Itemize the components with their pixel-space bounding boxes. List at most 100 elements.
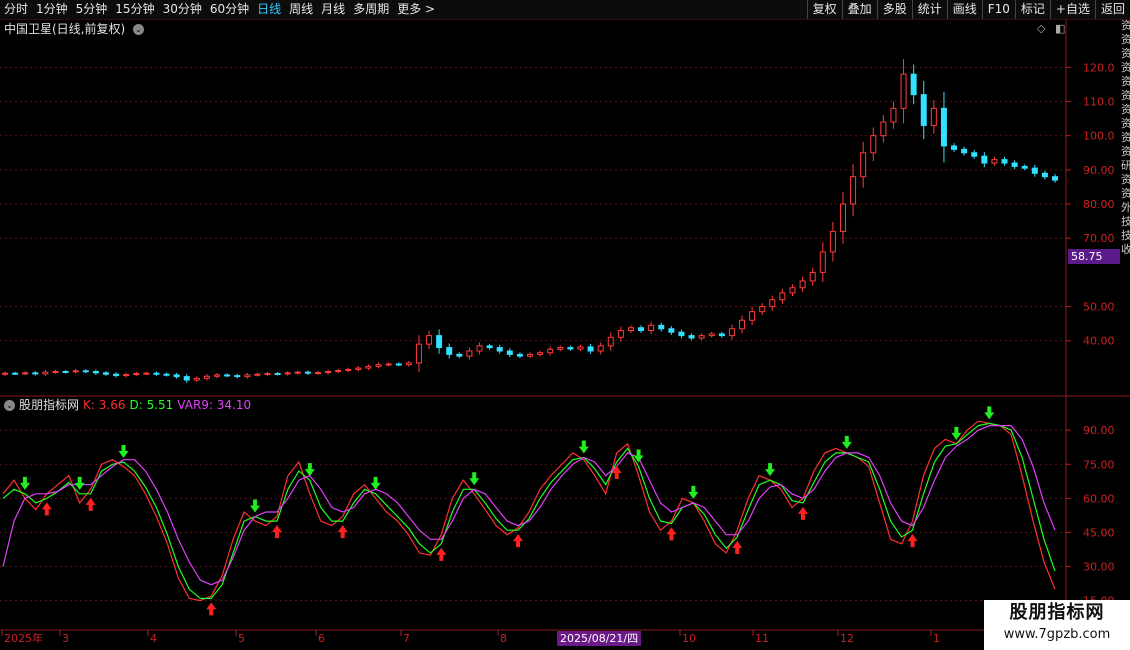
candle-body — [62, 370, 69, 373]
candle-body — [335, 369, 342, 372]
candle-body — [971, 152, 978, 157]
candle-body — [264, 373, 271, 376]
action-button-0[interactable]: 复权 — [806, 0, 842, 19]
price-tick-label: 110.0 — [1083, 96, 1115, 109]
date-cursor: 2025/08/21/四 — [557, 631, 642, 646]
period-tab-9[interactable]: 多周期 — [349, 0, 393, 19]
candle-body — [345, 368, 352, 371]
candle-body — [688, 335, 695, 339]
candle-body — [446, 347, 453, 355]
chart-canvas[interactable]: 120.0 110.0 100.0 90.00 80.00 70.00 50.00 40.00… — [0, 0, 1130, 650]
candle-body — [72, 370, 79, 373]
candle-body — [870, 135, 877, 154]
var9-value: VAR9: 34.10 — [177, 398, 252, 412]
buy-arrow-icon — [206, 602, 217, 616]
period-tab-0[interactable]: 分时 — [0, 0, 32, 19]
candle-body — [597, 345, 604, 352]
date-label: 11 — [755, 632, 769, 645]
candle-body — [476, 345, 483, 352]
candle-body — [314, 372, 321, 375]
period-tab-3[interactable]: 15分钟 — [111, 0, 158, 19]
candle-body — [819, 251, 826, 273]
candle-body — [506, 350, 513, 355]
candle-body — [527, 353, 533, 357]
candle-body — [102, 372, 109, 375]
candle-body — [183, 376, 190, 381]
candle-body — [365, 365, 372, 369]
price-tick-label: 100.0 — [1083, 130, 1115, 143]
candle-body — [557, 347, 564, 350]
action-button-4[interactable]: 画线 — [946, 0, 982, 19]
period-tab-4[interactable]: 30分钟 — [159, 0, 206, 19]
candle-body — [910, 73, 917, 96]
action-button-6[interactable]: 标记 — [1014, 0, 1050, 19]
candle-body — [355, 367, 362, 370]
chevron-down-icon[interactable]: ⌄ — [133, 24, 145, 35]
period-tab-8[interactable]: 月线 — [317, 0, 349, 19]
sell-arrow-icon — [370, 476, 381, 490]
indicator-title: ⌄ 股朋指标网 K: 3.66 D: 5.51 VAR9: 34.10 — [4, 398, 255, 413]
candle-body — [658, 324, 665, 330]
date-label: 8 — [500, 632, 507, 645]
buy-arrow-icon — [907, 534, 918, 548]
buy-arrow-icon — [85, 497, 96, 511]
candle-body — [52, 370, 59, 373]
candle-body — [981, 155, 988, 164]
sell-arrow-icon — [118, 445, 129, 458]
candle-body — [607, 336, 614, 347]
candle-body — [638, 327, 645, 331]
period-toolbar: 分时 1分钟 5分钟 15分钟 30分钟 60分钟 日线 周线 月线 多周期 更多 > 复权 叠加 多股… — [0, 0, 1130, 20]
side-info-strip[interactable]: 资资资资资资资资资资研资资外技技收 — [1121, 19, 1130, 257]
candle-body — [385, 363, 392, 366]
candle-body — [415, 343, 422, 364]
candle-body — [42, 371, 49, 375]
sell-arrow-icon — [841, 435, 852, 449]
date-label: 1 — [933, 632, 940, 645]
stock-title: 中国卫星(日线,前复权) — [4, 22, 126, 36]
period-tab-6[interactable]: 日线 — [253, 0, 285, 19]
candle-body — [940, 107, 947, 147]
candle-body — [718, 333, 725, 337]
buy-arrow-icon — [41, 502, 52, 516]
candle-body — [274, 373, 281, 376]
candle-body — [749, 311, 756, 321]
period-tab-2[interactable]: 5分钟 — [72, 0, 112, 19]
action-button-3[interactable]: 统计 — [911, 0, 947, 19]
diamond-icon[interactable]: ◇ — [1037, 22, 1045, 35]
sell-arrow-icon — [469, 472, 480, 486]
series-var9-line — [2, 425, 1056, 586]
candle-body — [193, 377, 200, 381]
period-tab-10[interactable]: 更多 > — [393, 0, 439, 19]
date-label: 10 — [682, 632, 696, 645]
candle-body — [769, 299, 776, 308]
candle-body — [1011, 162, 1018, 167]
candle-body — [244, 374, 251, 378]
ind-tick-label: 75.00 — [1083, 458, 1115, 471]
ind-tick-label: 45.00 — [1083, 526, 1115, 539]
current-price-tag: 58.75 — [1068, 249, 1120, 264]
panel-toggle-icon[interactable]: ◧ — [1055, 22, 1065, 35]
candle-body — [203, 375, 210, 379]
k-value: K: 3.66 — [83, 398, 126, 412]
action-button-8[interactable]: 返回 — [1094, 0, 1130, 19]
candle-body — [860, 152, 867, 178]
candle-body — [426, 335, 433, 345]
chevron-down-icon[interactable]: ⌄ — [4, 400, 15, 411]
buy-arrow-icon — [436, 547, 447, 561]
candle-body — [1001, 159, 1008, 164]
period-tabs: 分时 1分钟 5分钟 15分钟 30分钟 60分钟 日线 周线 月线 多周期 更多 > — [0, 0, 439, 19]
period-tab-5[interactable]: 60分钟 — [206, 0, 253, 19]
price-tick-label: 80.00 — [1083, 198, 1115, 211]
action-button-5[interactable]: F10 — [981, 0, 1015, 19]
candle-body — [486, 345, 493, 349]
candle-body — [668, 328, 675, 333]
action-button-1[interactable]: 叠加 — [841, 0, 877, 19]
price-tick-label: 50.00 — [1083, 301, 1115, 314]
date-label: 4 — [150, 632, 157, 645]
period-tab-7[interactable]: 周线 — [285, 0, 317, 19]
action-button-7[interactable]: +自选 — [1049, 0, 1095, 19]
candle-body — [82, 370, 89, 373]
period-tab-1[interactable]: 1分钟 — [32, 0, 72, 19]
action-button-2[interactable]: 多股 — [876, 0, 912, 19]
sell-arrow-icon — [578, 440, 589, 454]
